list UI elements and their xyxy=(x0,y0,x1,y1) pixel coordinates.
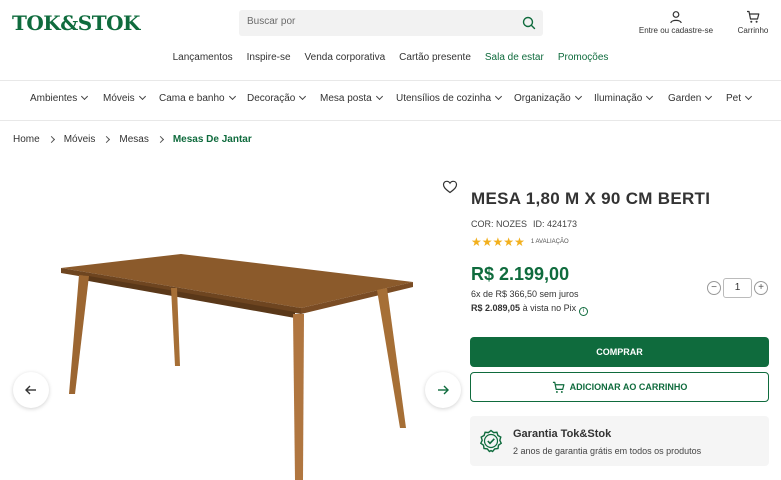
product-meta: COR: NOZES ID: 424173 xyxy=(471,219,577,229)
user-icon xyxy=(670,11,682,24)
cart-label: Carrinho xyxy=(737,26,769,35)
divider xyxy=(0,120,781,121)
info-icon[interactable]: i xyxy=(579,307,589,316)
category-mesa-posta[interactable]: Mesa posta xyxy=(320,92,383,104)
breadcrumb: Home Móveis Mesas Mesas De Jantar xyxy=(13,134,252,145)
pix-price: R$ 2.089,05 xyxy=(471,303,521,313)
header: TOK&STOK Buscar por Entre ou cadastre-se… xyxy=(0,0,781,46)
breadcrumb-current: Mesas De Jantar xyxy=(172,134,252,145)
category-cama-banho[interactable]: Cama e banho xyxy=(159,92,236,104)
login-link[interactable]: Entre ou cadastre-se xyxy=(630,10,722,35)
divider xyxy=(0,80,781,81)
top-link-inspire[interactable]: Inspire-se xyxy=(247,52,291,70)
cart-icon xyxy=(552,381,565,393)
category-nav: Ambientes Móveis Cama e banho Decoração … xyxy=(0,92,781,109)
star-icon: ★ xyxy=(514,235,525,249)
guarantee-title: Garantia Tok&Stok xyxy=(513,428,612,440)
quantity-input[interactable]: 1 xyxy=(723,278,752,298)
guarantee-box: Garantia Tok&Stok 2 anos de garantia grá… xyxy=(470,416,769,466)
top-link-sala[interactable]: Sala de estar xyxy=(485,52,544,70)
product-price: R$ 2.199,00 xyxy=(471,264,570,284)
breadcrumb-moveis[interactable]: Móveis xyxy=(64,134,96,145)
chevron-down-icon xyxy=(299,92,307,101)
star-icon: ★ xyxy=(503,235,515,249)
top-links: Lançamentos Inspire-se Venda corporativa… xyxy=(0,52,781,70)
chevron-down-icon xyxy=(744,92,753,101)
star-icon: ★ xyxy=(471,235,482,249)
rating[interactable]: ★ ★ ★ ★ ★ 1 AVALIAÇÃO xyxy=(471,236,569,248)
product-id: ID: 424173 xyxy=(533,219,578,229)
logo[interactable]: TOK&STOK xyxy=(12,11,140,35)
category-pet[interactable]: Pet xyxy=(726,92,753,104)
previous-image-button[interactable] xyxy=(13,372,49,408)
category-moveis[interactable]: Móveis xyxy=(103,92,146,104)
chevron-down-icon xyxy=(138,92,146,101)
installments: 6x de R$ 366,50 sem juros xyxy=(471,289,579,299)
arrow-right-icon xyxy=(438,385,449,395)
add-to-cart-label: ADICIONAR AO CARRINHO xyxy=(569,382,688,392)
chevron-down-icon xyxy=(705,92,713,101)
guarantee-text: 2 anos de garantia grátis em todos os pr… xyxy=(513,446,702,456)
chevron-down-icon xyxy=(228,92,236,101)
cart-link[interactable]: Carrinho xyxy=(731,10,775,35)
star-icon: ★ xyxy=(492,235,504,249)
top-link-promocoes[interactable]: Promoções xyxy=(558,52,609,70)
chevron-down-icon xyxy=(81,92,89,101)
cart-icon xyxy=(747,10,760,23)
chevron-right-icon xyxy=(103,135,111,144)
next-image-button[interactable] xyxy=(425,372,461,408)
badge-check-icon xyxy=(479,429,503,453)
star-icon: ★ xyxy=(481,235,493,249)
category-decoracao[interactable]: Decoração xyxy=(247,92,307,104)
quantity-stepper: − 1 + xyxy=(707,278,768,298)
login-label: Entre ou cadastre-se xyxy=(638,26,714,35)
top-link-lancamentos[interactable]: Lançamentos xyxy=(173,52,233,70)
category-iluminacao[interactable]: Iluminação xyxy=(594,92,654,104)
category-ambientes[interactable]: Ambientes xyxy=(30,92,89,104)
breadcrumb-mesas[interactable]: Mesas xyxy=(119,134,148,145)
chevron-down-icon xyxy=(495,92,503,101)
product-image xyxy=(61,254,413,480)
pix-label: à vista no Pix xyxy=(522,303,577,313)
increase-quantity-button[interactable]: + xyxy=(754,281,768,295)
product-title: MESA 1,80 M X 90 CM BERTI xyxy=(471,189,711,208)
top-link-cartao[interactable]: Cartão presente xyxy=(399,52,471,70)
buy-button[interactable]: COMPRAR xyxy=(470,337,769,367)
review-count[interactable]: 1 AVALIAÇÃO xyxy=(531,239,569,245)
breadcrumb-home[interactable]: Home xyxy=(13,134,40,145)
search-icon[interactable] xyxy=(521,15,537,31)
category-utensilios[interactable]: Utensílios de cozinha xyxy=(396,92,503,104)
chevron-down-icon xyxy=(375,92,383,101)
category-organizacao[interactable]: Organização xyxy=(514,92,582,104)
heart-icon[interactable] xyxy=(442,179,458,195)
add-to-cart-button[interactable]: ADICIONAR AO CARRINHO xyxy=(470,372,769,402)
chevron-right-icon xyxy=(47,135,55,144)
category-garden[interactable]: Garden xyxy=(668,92,713,104)
top-link-corporativa[interactable]: Venda corporativa xyxy=(305,52,386,70)
chevron-down-icon xyxy=(574,92,582,101)
chevron-right-icon xyxy=(156,135,164,144)
chevron-down-icon xyxy=(646,92,654,101)
decrease-quantity-button[interactable]: − xyxy=(707,281,721,295)
product-color: COR: NOZES xyxy=(471,219,528,229)
pix-price-line: R$ 2.089,05 à vista no Pix i xyxy=(471,303,589,316)
search-input[interactable]: Buscar por xyxy=(247,16,295,27)
search-bar[interactable]: Buscar por xyxy=(239,10,543,36)
arrow-left-icon xyxy=(25,385,36,395)
